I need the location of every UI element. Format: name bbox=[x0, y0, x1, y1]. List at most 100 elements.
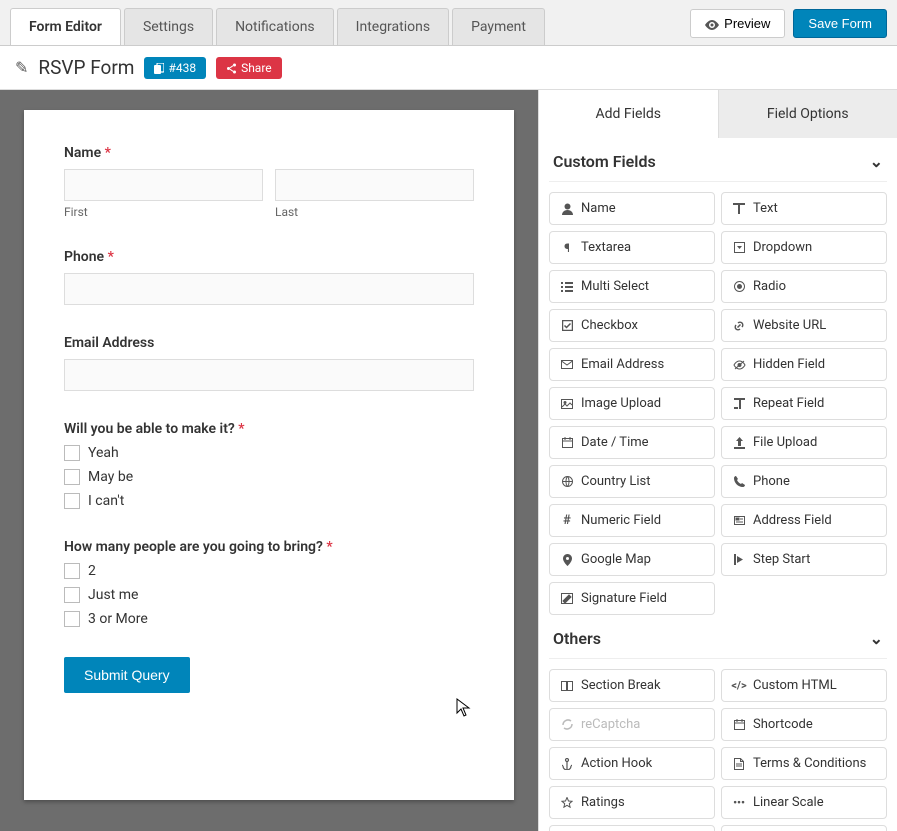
field-type-multiple-choice-grid[interactable]: Multiple Choice Grid bbox=[721, 825, 887, 831]
field-type-image-upload[interactable]: Image Upload bbox=[549, 387, 715, 420]
field-type-checkbox-grid[interactable]: Checkbox Grid bbox=[549, 825, 715, 831]
field-name[interactable]: Name * First Last bbox=[64, 145, 474, 219]
field-type-section-break[interactable]: Section Break bbox=[549, 669, 715, 702]
top-bar: Form Editor Settings Notifications Integ… bbox=[0, 0, 897, 46]
people-opt-2[interactable]: 3 or More bbox=[64, 611, 474, 627]
field-type-shortcode[interactable]: Shortcode bbox=[721, 708, 887, 741]
text-icon bbox=[732, 203, 746, 214]
field-type-signature-field[interactable]: Signature Field bbox=[549, 582, 715, 615]
right-panel: Add Fields Field Options Custom Fields ⌄… bbox=[538, 90, 897, 831]
star-icon bbox=[560, 797, 574, 808]
field-type-multi-select[interactable]: Multi Select bbox=[549, 270, 715, 303]
field-type-label: Custom HTML bbox=[753, 678, 837, 693]
share-badge[interactable]: Share bbox=[216, 57, 282, 79]
field-type-checkbox[interactable]: Checkbox bbox=[549, 309, 715, 342]
email-label: Email Address bbox=[64, 335, 474, 351]
attend-label: Will you be able to make it? * bbox=[64, 421, 474, 437]
upload-icon bbox=[732, 437, 746, 449]
field-attend[interactable]: Will you be able to make it? * Yeah May … bbox=[64, 421, 474, 509]
field-type-hidden-field[interactable]: Hidden Field bbox=[721, 348, 887, 381]
field-type-label: Numeric Field bbox=[581, 513, 661, 528]
list-icon bbox=[560, 282, 574, 292]
field-type-step-start[interactable]: Step Start bbox=[721, 543, 887, 576]
field-type-label: File Upload bbox=[753, 435, 817, 450]
field-type-date-time[interactable]: Date / Time bbox=[549, 426, 715, 459]
section-others[interactable]: Others ⌄ bbox=[549, 615, 887, 659]
field-type-label: Step Start bbox=[753, 552, 810, 567]
tab-notifications[interactable]: Notifications bbox=[216, 8, 334, 45]
field-type-linear-scale[interactable]: •••Linear Scale bbox=[721, 786, 887, 819]
field-type-radio[interactable]: Radio bbox=[721, 270, 887, 303]
preview-label: Preview bbox=[724, 16, 770, 31]
email-input[interactable] bbox=[64, 359, 474, 391]
field-type-ratings[interactable]: Ratings bbox=[549, 786, 715, 819]
field-type-label: Hidden Field bbox=[753, 357, 825, 372]
field-type-textarea[interactable]: ¶ Textarea bbox=[549, 231, 715, 264]
share-icon bbox=[226, 61, 237, 75]
field-type-label: Website URL bbox=[753, 318, 826, 333]
section-custom-fields[interactable]: Custom Fields ⌄ bbox=[549, 138, 887, 182]
last-sublabel: Last bbox=[275, 205, 474, 219]
field-type-label: Address Field bbox=[753, 513, 832, 528]
form-id-text: #438 bbox=[168, 61, 196, 75]
people-opt-1[interactable]: Just me bbox=[64, 587, 474, 603]
eye-icon bbox=[705, 16, 719, 31]
checkbox-icon bbox=[64, 563, 80, 579]
tab-integrations[interactable]: Integrations bbox=[337, 8, 449, 45]
field-type-website-url[interactable]: Website URL bbox=[721, 309, 887, 342]
radio-icon bbox=[732, 281, 746, 292]
cal-icon bbox=[560, 437, 574, 448]
save-form-button[interactable]: Save Form bbox=[793, 9, 887, 38]
field-email[interactable]: Email Address bbox=[64, 335, 474, 391]
para-icon: ¶ bbox=[560, 241, 574, 255]
field-type-action-hook[interactable]: Action Hook bbox=[549, 747, 715, 780]
field-type-country-list[interactable]: Country List bbox=[549, 465, 715, 498]
title-row: ✎ RSVP Form #438 Share bbox=[0, 46, 897, 90]
field-type-text[interactable]: Text bbox=[721, 192, 887, 225]
field-phone[interactable]: Phone * bbox=[64, 249, 474, 305]
checkbox-icon bbox=[64, 611, 80, 627]
field-type-file-upload[interactable]: File Upload bbox=[721, 426, 887, 459]
link-icon bbox=[732, 320, 746, 332]
field-people[interactable]: How many people are you going to bring? … bbox=[64, 539, 474, 627]
field-type-terms-conditions[interactable]: Terms & Conditions bbox=[721, 747, 887, 780]
field-type-custom-html[interactable]: </>Custom HTML bbox=[721, 669, 887, 702]
submit-button[interactable]: Submit Query bbox=[64, 657, 190, 693]
field-type-label: Repeat Field bbox=[753, 396, 824, 411]
field-type-label: reCaptcha bbox=[581, 717, 640, 732]
people-label: How many people are you going to bring? … bbox=[64, 539, 474, 555]
field-type-label: Phone bbox=[753, 474, 790, 489]
tab-add-fields[interactable]: Add Fields bbox=[539, 90, 718, 138]
attend-opt-1[interactable]: May be bbox=[64, 469, 474, 485]
tab-settings[interactable]: Settings bbox=[124, 8, 213, 45]
field-type-numeric-field[interactable]: #Numeric Field bbox=[549, 504, 715, 537]
user-icon bbox=[560, 203, 574, 215]
preview-button[interactable]: Preview bbox=[690, 9, 785, 38]
checkbox-icon bbox=[64, 493, 80, 509]
last-name-input[interactable] bbox=[275, 169, 474, 201]
addr-icon bbox=[732, 515, 746, 526]
people-opt-0[interactable]: 2 bbox=[64, 563, 474, 579]
field-type-label: Image Upload bbox=[581, 396, 661, 411]
field-type-label: Textarea bbox=[581, 240, 631, 255]
phone-input[interactable] bbox=[64, 273, 474, 305]
field-type-label: Action Hook bbox=[581, 756, 652, 771]
tab-field-options[interactable]: Field Options bbox=[718, 90, 897, 138]
field-type-repeat-field[interactable]: Repeat Field bbox=[721, 387, 887, 420]
attend-opt-0[interactable]: Yeah bbox=[64, 445, 474, 461]
form-id-badge[interactable]: #438 bbox=[144, 57, 206, 79]
field-type-name[interactable]: Name bbox=[549, 192, 715, 225]
field-type-label: Date / Time bbox=[581, 435, 649, 450]
tab-payment[interactable]: Payment bbox=[452, 8, 545, 45]
field-type-google-map[interactable]: Google Map bbox=[549, 543, 715, 576]
field-type-label: Ratings bbox=[581, 795, 625, 810]
field-type-address-field[interactable]: Address Field bbox=[721, 504, 887, 537]
tab-form-editor[interactable]: Form Editor bbox=[10, 8, 121, 45]
field-type-phone[interactable]: Phone bbox=[721, 465, 887, 498]
field-type-email-address[interactable]: Email Address bbox=[549, 348, 715, 381]
field-type-label: Terms & Conditions bbox=[753, 756, 866, 771]
attend-opt-2[interactable]: I can't bbox=[64, 493, 474, 509]
field-type-dropdown[interactable]: Dropdown bbox=[721, 231, 887, 264]
field-type-label: Google Map bbox=[581, 552, 651, 567]
first-name-input[interactable] bbox=[64, 169, 263, 201]
